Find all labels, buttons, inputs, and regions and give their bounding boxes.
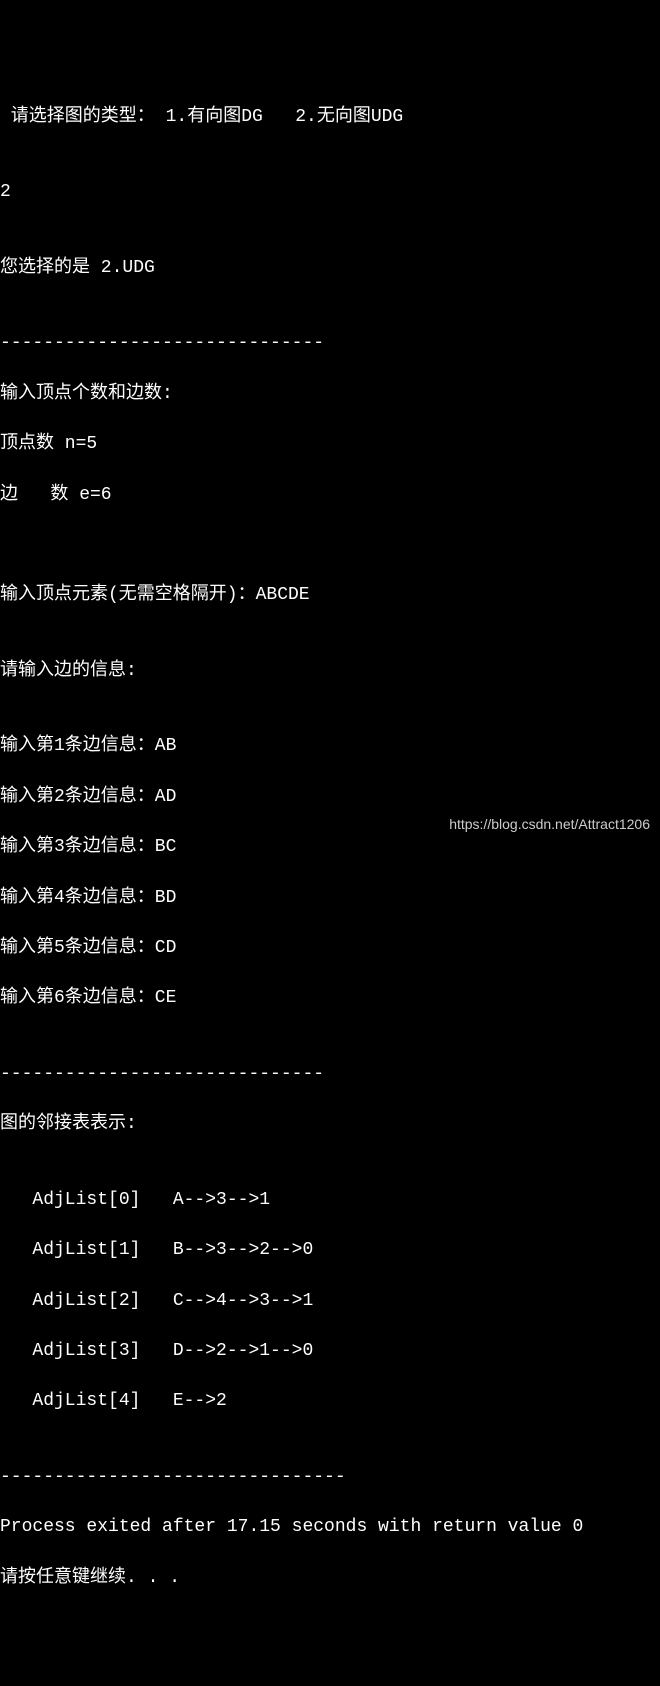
console-line-edge-3: 输入第3条边信息：BC	[0, 835, 660, 860]
console-line-adjlist-header: 图的邻接表表示:	[0, 1112, 660, 1137]
console-line-separator: --------------------------------	[0, 1465, 660, 1490]
console-line-prompt: 请选择图的类型： 1.有向图DG 2.无向图UDG	[0, 105, 660, 130]
console-line-edge-2: 输入第2条边信息：AD	[0, 785, 660, 810]
console-line-adjlist-3: AdjList[3] D-->2-->1-->0	[0, 1339, 660, 1364]
console-line-selection: 您选择的是 2.UDG	[0, 256, 660, 281]
console-line-edge-count: 边 数 e=6	[0, 483, 660, 508]
console-line-prompt-vertices: 输入顶点个数和边数:	[0, 382, 660, 407]
console-line-edge-5: 输入第5条边信息：CD	[0, 936, 660, 961]
console-line-edge-6: 输入第6条边信息：CE	[0, 986, 660, 1011]
console-line-exit-status: Process exited after 17.15 seconds with …	[0, 1515, 660, 1540]
console-line-adjlist-0: AdjList[0] A-->3-->1	[0, 1188, 660, 1213]
console-line-edge-1: 输入第1条边信息：AB	[0, 734, 660, 759]
console-line-adjlist-4: AdjList[4] E-->2	[0, 1389, 660, 1414]
console-line-separator: ------------------------------	[0, 1062, 660, 1087]
watermark-text: https://blog.csdn.net/Attract1206	[449, 815, 650, 835]
console-line-adjlist-1: AdjList[1] B-->3-->2-->0	[0, 1238, 660, 1263]
console-line-separator: ------------------------------	[0, 331, 660, 356]
console-line-edge-prompt: 请输入边的信息:	[0, 659, 660, 684]
console-line-vertex-elements: 输入顶点元素(无需空格隔开)：ABCDE	[0, 583, 660, 608]
console-line-adjlist-2: AdjList[2] C-->4-->3-->1	[0, 1289, 660, 1314]
console-line-vertex-count: 顶点数 n=5	[0, 432, 660, 457]
console-line-continue-prompt[interactable]: 请按任意键继续. . .	[0, 1566, 660, 1591]
console-line-input: 2	[0, 180, 660, 205]
console-line-edge-4: 输入第4条边信息：BD	[0, 886, 660, 911]
